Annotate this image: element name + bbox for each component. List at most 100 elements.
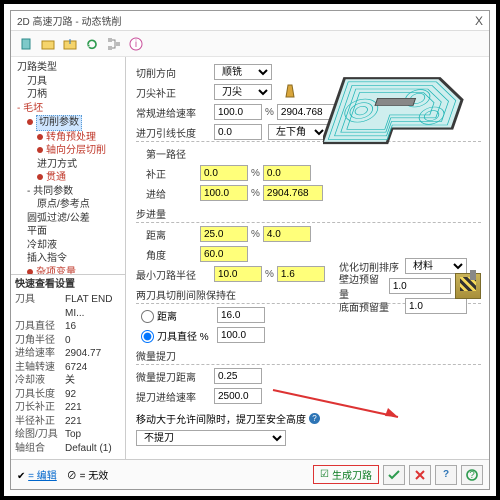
dialog-window: 2D 高速刀路 - 动态铣削 X i 刀路类型刀具刀柄- 毛坯切削参数转角预处理…	[10, 10, 490, 490]
quickview-row: 刀具直径16	[15, 320, 121, 334]
gap-dist-radio[interactable]	[141, 310, 154, 323]
gap-pct-radio[interactable]	[141, 330, 154, 343]
section-header: 两刀具切削间隙保持在	[136, 287, 236, 302]
label: 微量提刀距离	[136, 369, 214, 384]
tree-item[interactable]: 贯通	[13, 171, 123, 185]
generate-toolpath-toggle[interactable]: ☑生成刀路	[313, 465, 379, 484]
info-icon[interactable]: i	[127, 35, 145, 53]
window-title: 2D 高速刀路 - 动态铣削	[17, 13, 121, 28]
label: 常规进给速率	[136, 105, 214, 120]
first-feed-pct[interactable]	[200, 185, 248, 201]
tree-item[interactable]: 切削参数	[13, 115, 123, 131]
tree-item[interactable]: 轴向分层切削	[13, 144, 123, 158]
titlebar: 2D 高速刀路 - 动态铣削 X	[11, 11, 489, 31]
tree-item[interactable]: 插入指令	[13, 252, 123, 266]
quickview-row: 轴组合Default (1)	[15, 442, 121, 456]
label: 进给	[136, 186, 200, 201]
minr-pct[interactable]	[214, 266, 262, 282]
quickview-row: 刀具FLAT END MI...	[15, 293, 121, 320]
label: 刀具直径 %	[157, 328, 217, 343]
label: 切削方向	[136, 65, 214, 80]
tip-icon	[282, 84, 298, 101]
label: 最小刀路半径	[136, 267, 214, 282]
tree-item[interactable]: 刀路类型	[13, 61, 123, 75]
first-comp-val[interactable]	[263, 165, 311, 181]
tree-item[interactable]: - 共同参数	[13, 185, 123, 199]
svg-text:i: i	[135, 39, 137, 50]
help-icon[interactable]: ?	[309, 413, 320, 424]
feed-pct-input[interactable]	[214, 104, 262, 120]
toolpath-preview	[323, 63, 483, 173]
refresh-icon[interactable]	[83, 35, 101, 53]
wall-stock[interactable]	[389, 278, 451, 294]
quickview-row: 主轴转速6724	[15, 361, 121, 375]
params-panel: 切削方向 顺铣 刀尖补正 刀尖 常规进给速率 % 进刀引线长度 左下角 第一路径…	[126, 57, 489, 459]
quickview-row: 刀长补正221	[15, 401, 121, 415]
save-icon[interactable]	[61, 35, 79, 53]
label: 壁边预留量	[339, 271, 389, 301]
tree-item[interactable]: - 毛坯	[13, 102, 123, 116]
ok-button[interactable]	[383, 465, 405, 485]
tree-item[interactable]: 平面	[13, 225, 123, 239]
tree-item[interactable]: 刀柄	[13, 88, 123, 102]
tree-item[interactable]: 刀具	[13, 75, 123, 89]
stock-icon	[455, 273, 481, 299]
quickview-row: 刀角半径0	[15, 334, 121, 348]
minr-val[interactable]	[277, 266, 325, 282]
section-header: 微量提刀	[136, 348, 176, 363]
tree-item[interactable]: 杂项变量	[13, 266, 123, 274]
approach-len-input[interactable]	[214, 124, 262, 140]
tree-item[interactable]: 冷却液	[13, 239, 123, 253]
tip-comp-select[interactable]: 刀尖	[214, 84, 272, 100]
label: 刀尖补正	[136, 85, 214, 100]
opt-order-select[interactable]: 材料	[405, 258, 467, 274]
quickview-header: 快速查看设置	[15, 278, 121, 292]
step-dist-pct[interactable]	[200, 226, 248, 242]
tree-item[interactable]: 转角预处理	[13, 131, 123, 145]
optimize-panel: 优化切削排序 材料 壁边预留量 底面预留量	[339, 257, 481, 317]
step-angle[interactable]	[200, 246, 248, 262]
sub-header: 第一路径	[136, 146, 200, 161]
quickview-panel: 快速查看设置 刀具FLAT END MI...刀具直径16刀角半径0进给速率29…	[11, 274, 125, 460]
cancel-button[interactable]	[409, 465, 431, 485]
close-icon[interactable]: X	[475, 14, 483, 28]
label: 距离	[157, 308, 217, 323]
first-comp-pct[interactable]	[200, 165, 248, 181]
tree-icon[interactable]	[105, 35, 123, 53]
micro-dist[interactable]	[214, 368, 262, 384]
micro-feed[interactable]	[214, 388, 262, 404]
tree-item[interactable]: 进刀方式	[13, 158, 123, 172]
label: 补正	[136, 166, 200, 181]
quickview-row: 绘图/刀具Top	[15, 428, 121, 442]
retract-select[interactable]: 不提刀	[136, 430, 286, 446]
nav-tree[interactable]: 刀路类型刀具刀柄- 毛坯切削参数转角预处理轴向分层切削进刀方式贯通- 共同参数原…	[11, 57, 125, 274]
gap-pct-val[interactable]	[217, 327, 265, 343]
quickview-row: 进给速率2904.77	[15, 347, 121, 361]
first-feed-val[interactable]	[263, 185, 323, 201]
gap-dist-val[interactable]	[217, 307, 265, 323]
label: 角度	[136, 247, 200, 262]
section-header: 步进量	[136, 206, 214, 221]
step-dist-val[interactable]	[263, 226, 311, 242]
quickview-row: 刀具长度92	[15, 388, 121, 402]
home-icon[interactable]	[17, 35, 35, 53]
toolbar: i	[11, 31, 489, 57]
tree-item[interactable]: 圆弧过滤/公差	[13, 212, 123, 226]
svg-text:?: ?	[469, 470, 475, 481]
approach-mode-select[interactable]: 左下角	[268, 124, 328, 140]
quickview-row: 冷却液关	[15, 374, 121, 388]
invalid-legend: ⊘ = 无效	[67, 467, 108, 482]
label: 距离	[136, 227, 200, 242]
apply-button[interactable]: ?	[435, 465, 457, 485]
label: 提刀进给速率	[136, 389, 214, 404]
label: 底面预留量	[339, 299, 405, 314]
tree-item[interactable]: 原点/参考点	[13, 198, 123, 212]
quickview-row: 半径补正221	[15, 415, 121, 429]
footer: ✔ = 编辑 ⊘ = 无效 ☑生成刀路 ? ?	[11, 459, 489, 489]
cut-direction-select[interactable]: 顺铣	[214, 64, 272, 80]
section-header: 进刀引线长度	[136, 125, 214, 140]
open-icon[interactable]	[39, 35, 57, 53]
label: 移动大于允许间隙时，提刀至安全高度	[136, 411, 306, 426]
floor-stock[interactable]	[405, 298, 467, 314]
help-button[interactable]: ?	[461, 465, 483, 485]
